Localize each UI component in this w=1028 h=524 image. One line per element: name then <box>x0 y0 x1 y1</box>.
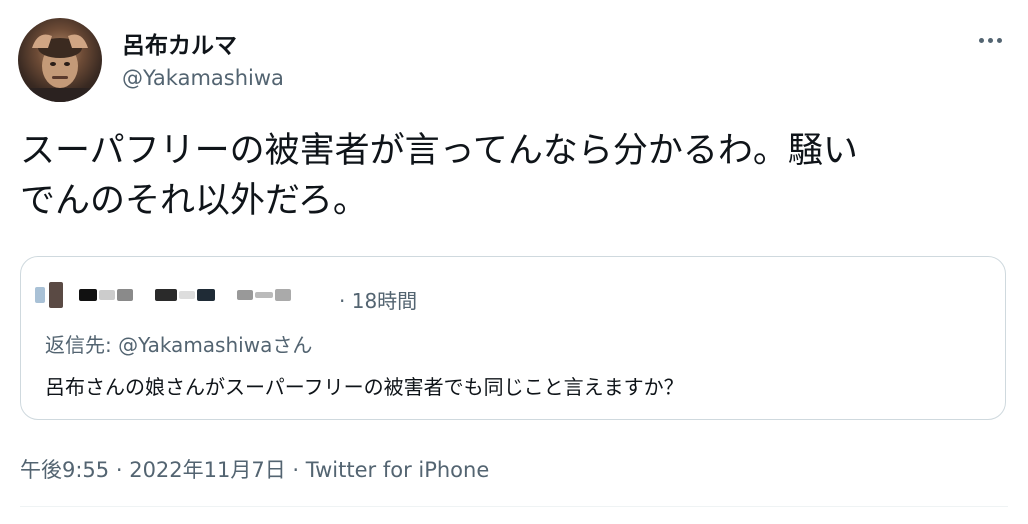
tweet-time-link[interactable]: 午後9:55 <box>20 458 109 482</box>
avatar[interactable] <box>18 18 102 102</box>
tweet-text-line: でんのそれ以外だろ。 <box>20 181 368 221</box>
tweet-card: 呂布カルマ @Yakamashiwa スーパフリーの被害者が言ってんなら分かるわ… <box>0 0 1028 524</box>
meta-separator: · <box>285 458 306 482</box>
quoted-tweet[interactable]: · 18時間 返信先: @Yakamashiwaさん 呂布さんの娘さんがスーパー… <box>20 256 1006 420</box>
quoted-author-redacted <box>35 281 295 309</box>
reply-prefix: 返信先: <box>45 333 119 357</box>
reply-suffix: さん <box>272 333 313 357</box>
avatar-image <box>28 34 92 102</box>
quoted-tweet-text: 呂布さんの娘さんがスーパーフリーの被害者でも同じこと言えますか？ <box>45 375 684 399</box>
divider <box>20 506 1008 507</box>
tweet-meta: 午後9:55 · 2022年11月7日 · Twitter for iPhone <box>20 454 489 484</box>
quoted-timestamp[interactable]: · 18時間 <box>339 285 417 314</box>
tweet-date-link[interactable]: 2022年11月7日 <box>129 458 286 482</box>
reply-to-line: 返信先: @Yakamashiwaさん <box>45 329 312 358</box>
more-horizontal-icon <box>977 37 1004 43</box>
tweet-text: スーパフリーの被害者が言ってんなら分かるわ。騒い でんのそれ以外だろ。 <box>20 126 1010 226</box>
user-handle[interactable]: @Yakamashiwa <box>122 66 284 90</box>
tweet-text-line: スーパフリーの被害者が言ってんなら分かるわ。騒い <box>20 131 858 171</box>
reply-mention-link[interactable]: @Yakamashiwa <box>118 333 272 357</box>
meta-separator: · <box>109 458 130 482</box>
display-name[interactable]: 呂布カルマ <box>122 26 237 60</box>
tweet-source-link[interactable]: Twitter for iPhone <box>306 458 490 482</box>
more-options-button[interactable] <box>966 22 1014 58</box>
